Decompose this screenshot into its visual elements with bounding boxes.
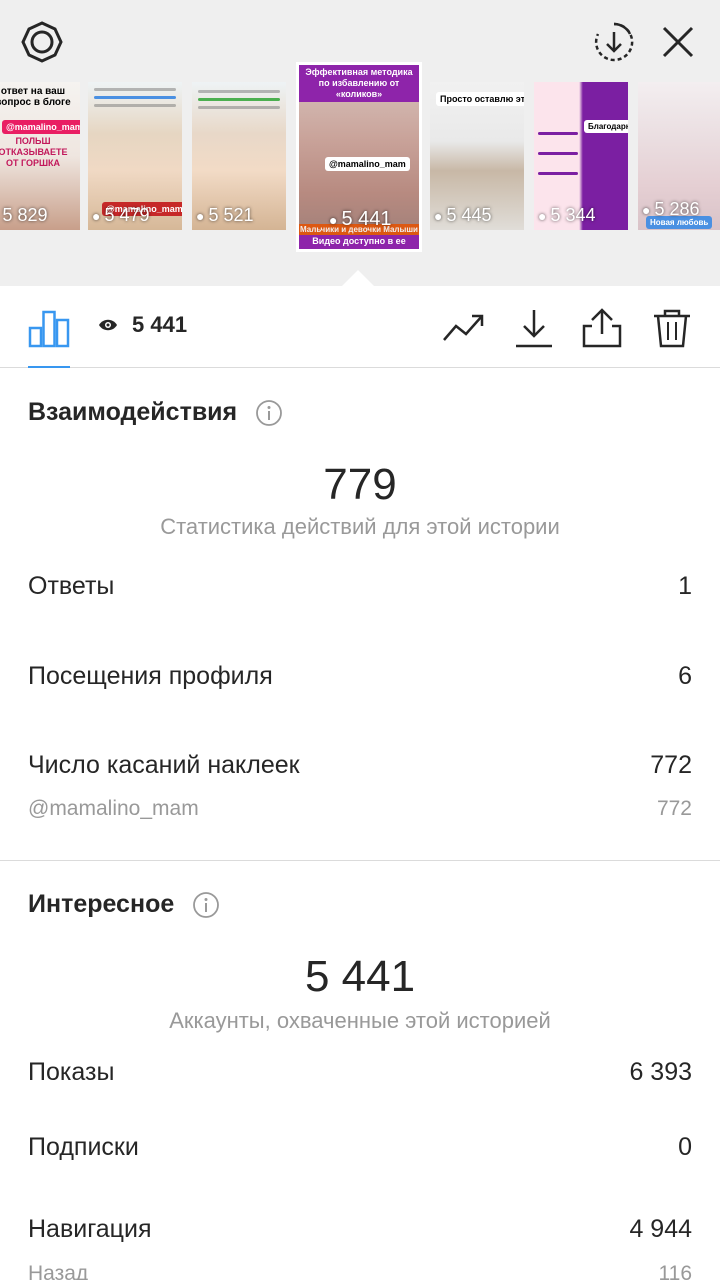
story-strip: ответ на ваш вопрос в блоге @mamalino_ma… [0, 0, 720, 286]
metric-value: 6 393 [629, 1058, 692, 1086]
story-footer: Видео доступно в ее аккаунте [299, 235, 419, 249]
story-thumbnail[interactable]: Благодарю ●5 344 [534, 82, 628, 230]
metric-label: Ответы [28, 572, 115, 600]
eye-icon [99, 319, 117, 331]
trash-icon[interactable] [650, 306, 694, 350]
story-headline: Благодарю [584, 120, 628, 133]
story-mention-tag: @mamalino_mam [2, 120, 80, 134]
story-thumbnail-selected[interactable]: Эффективная методика по избавлению от «к… [296, 62, 422, 252]
metric-label: Подписки [28, 1133, 139, 1161]
bar-chart-icon[interactable] [28, 306, 70, 348]
eye-icon: ● [92, 207, 101, 224]
info-icon[interactable] [255, 399, 283, 427]
metric-value: 0 [678, 1133, 692, 1161]
story-thumbnail[interactable]: Просто оставлю это здесь ●5 445 [430, 82, 524, 230]
metric-subvalue: 772 [656, 797, 692, 820]
metric-row-follows: Подписки 0 [28, 1133, 692, 1162]
story-views: ● 5 441 [329, 208, 392, 230]
metric-value: 772 [650, 751, 692, 779]
metric-value: 6 [678, 662, 692, 690]
metric-row-impressions: Показы 6 393 [28, 1058, 692, 1087]
story-thumbnails: ответ на ваш вопрос в блоге @mamalino_ma… [0, 62, 720, 252]
discovery-title: Интересное [28, 890, 175, 918]
selected-pointer [342, 270, 374, 286]
eye-icon: ● [196, 207, 205, 224]
close-icon[interactable] [656, 20, 700, 64]
discovery-subtitle: Аккаунты, охваченные этой историей [169, 1008, 551, 1033]
story-mention-tag: @mamalino_mam [325, 157, 410, 171]
story-views: ● 5 445 [434, 205, 492, 225]
section-divider [0, 860, 720, 861]
story-views: ● 5 479 [92, 205, 150, 225]
metric-label: Показы [28, 1058, 115, 1086]
story-thumbnail[interactable]: Новая любовь ● 5 286 [638, 82, 720, 230]
metric-label: Навигация [28, 1215, 152, 1243]
story-views: ● 5 344 [538, 205, 596, 225]
story-views: ● 5 521 [196, 205, 254, 225]
story-views: ●5 829 [2, 205, 48, 225]
download-circle-icon[interactable] [592, 20, 636, 64]
story-footer: ПОЛЬШ ОТКАЗЫВАЕТЕ ОТ ГОРШКА [0, 136, 68, 168]
interactions-header: Взаимодействия [28, 398, 283, 427]
info-icon[interactable] [192, 891, 220, 919]
metric-value: 4 944 [629, 1215, 692, 1243]
metric-subvalue: 116 [658, 1262, 692, 1280]
eye-icon: ● [329, 211, 338, 228]
active-tab-indicator [28, 366, 70, 368]
views-count: 5 441 [98, 312, 187, 338]
metric-value: 1 [678, 572, 692, 600]
story-thumbnail[interactable]: @mamalino_mam ● 5 479 [88, 82, 182, 230]
metric-subrow-back: Назад 116 [28, 1262, 692, 1280]
metric-row-profile-visits: Посещения профиля 6 [28, 662, 692, 691]
metric-row-sticker-taps: Число касаний наклеек 772 [28, 751, 692, 780]
metric-label: Число касаний наклеек [28, 751, 300, 779]
settings-gear-icon[interactable] [20, 20, 64, 64]
discovery-header: Интересное [28, 890, 220, 919]
views-value: 5 441 [132, 312, 188, 337]
download-icon[interactable] [512, 306, 556, 350]
metric-row-replies: Ответы 1 [28, 572, 692, 601]
metric-sublabel: @mamalino_mam [28, 797, 199, 820]
share-icon[interactable] [580, 306, 624, 350]
story-thumbnail[interactable]: ● 5 521 [192, 82, 286, 230]
metric-row-navigation: Навигация 4 944 [28, 1215, 692, 1244]
interactions-total: 779 [323, 460, 397, 509]
discovery-total: 5 441 [304, 952, 416, 1001]
eye-icon: ● [538, 207, 547, 224]
insights-toolbar: 5 441 [0, 286, 720, 368]
eye-icon: ● [642, 201, 651, 218]
trending-icon[interactable] [442, 306, 486, 350]
metric-subrow-mention: @mamalino_mam 772 [28, 797, 692, 821]
story-thumbnail[interactable]: ответ на ваш вопрос в блоге @mamalino_ma… [0, 82, 80, 230]
interactions-title: Взаимодействия [28, 398, 238, 426]
story-views: ● 5 286 [642, 199, 700, 219]
interactions-subtitle: Статистика действий для этой истории [160, 514, 560, 539]
metric-sublabel: Назад [28, 1262, 89, 1280]
eye-icon: ● [434, 207, 443, 224]
metric-label: Посещения профиля [28, 662, 273, 690]
story-headline: Эффективная методика по избавлению от «к… [299, 65, 419, 102]
story-headline: ответ на ваш вопрос в блоге [0, 86, 71, 108]
story-headline: Просто оставлю это здесь [436, 92, 524, 106]
